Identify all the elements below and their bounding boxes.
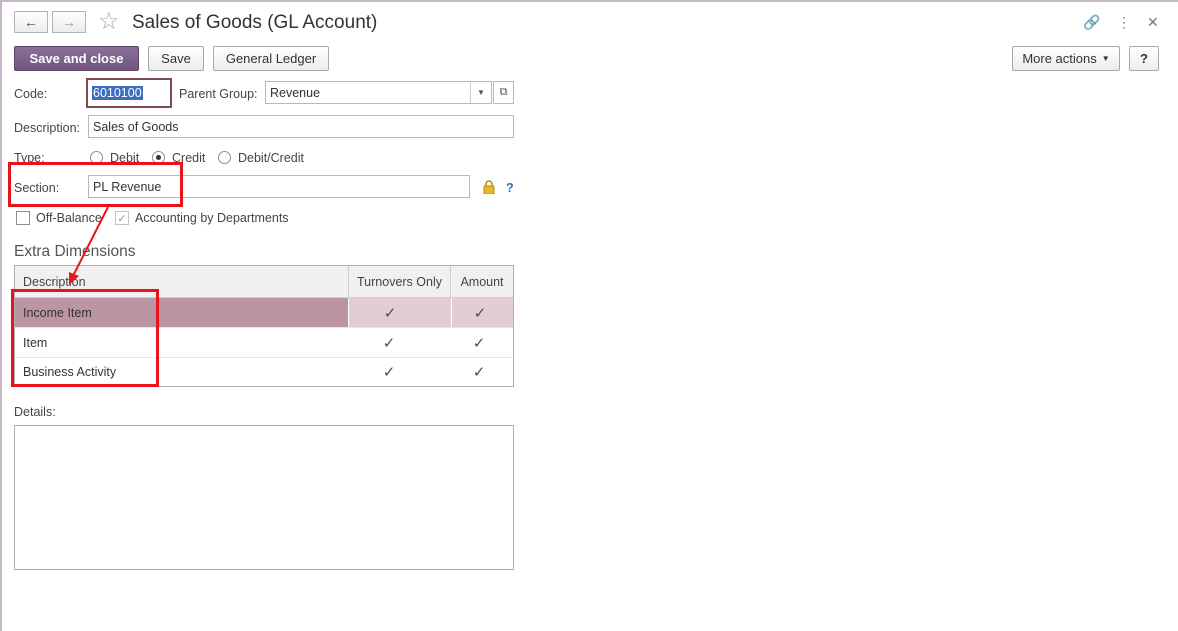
annotation-arrow xyxy=(69,206,109,285)
